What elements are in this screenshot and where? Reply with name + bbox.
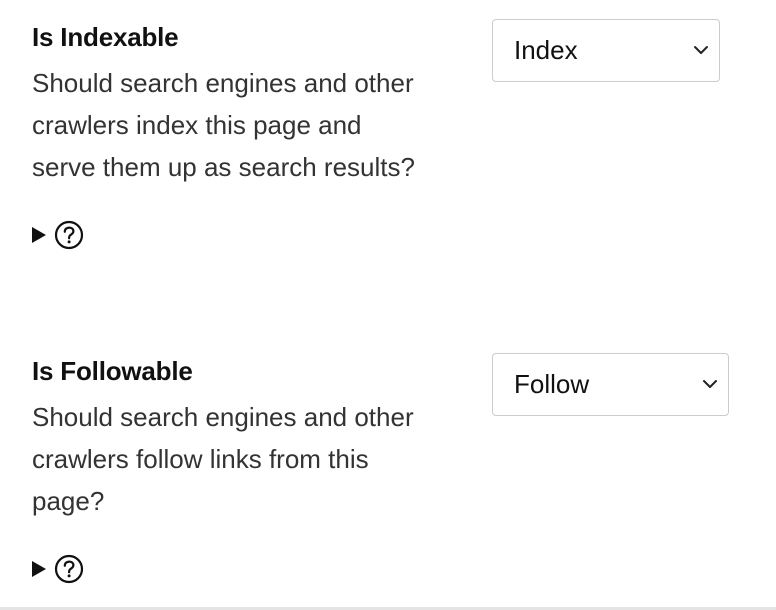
indexable-label: Is Indexable xyxy=(32,22,179,52)
followable-label: Is Followable xyxy=(32,356,193,386)
chevron-down-icon xyxy=(694,46,708,54)
followable-help-text: Should search engines and other crawlers… xyxy=(32,396,452,522)
indexable-details-toggle[interactable] xyxy=(32,219,84,251)
help-circle-icon xyxy=(54,554,84,584)
followable-help-line-3: page? xyxy=(32,486,105,516)
indexable-help-text: Should search engines and other crawlers… xyxy=(32,62,452,188)
followable-field: Is Followable Should search engines and … xyxy=(0,334,776,610)
followable-details-toggle[interactable] xyxy=(32,553,84,585)
indexable-field: Is Indexable Should search engines and o… xyxy=(0,0,776,300)
followable-select-value: Follow xyxy=(514,369,590,399)
help-circle-icon xyxy=(54,220,84,250)
indexable-help-line-2: crawlers index this page and xyxy=(32,110,362,140)
followable-select[interactable]: Follow xyxy=(492,353,729,416)
disclosure-triangle-icon xyxy=(32,561,46,577)
chevron-down-icon xyxy=(703,380,717,388)
followable-help-line-2: crawlers follow links from this xyxy=(32,444,369,474)
disclosure-triangle-icon xyxy=(32,227,46,243)
followable-help-line-1: Should search engines and other xyxy=(32,402,414,432)
indexable-select[interactable]: Index xyxy=(492,19,720,82)
indexable-help-line-3: serve them up as search results? xyxy=(32,152,415,182)
indexable-help-line-1: Should search engines and other xyxy=(32,68,414,98)
indexable-select-value: Index xyxy=(514,35,578,65)
